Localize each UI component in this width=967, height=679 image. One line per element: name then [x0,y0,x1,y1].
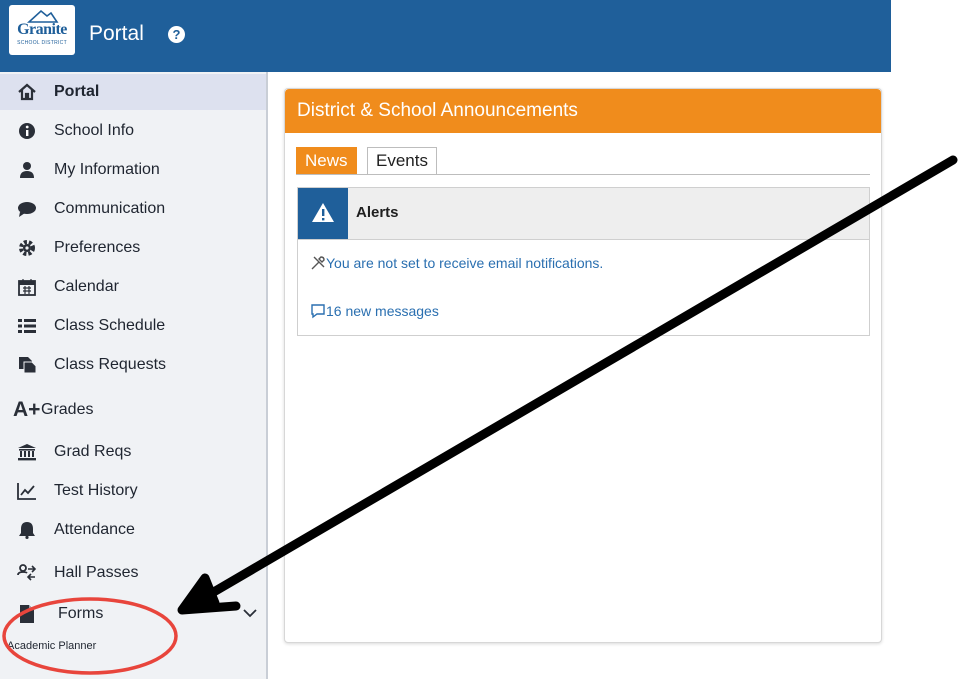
sidebar-item-test-history[interactable]: Test History [0,473,266,509]
sidebar-subitem-academic-planner[interactable]: Academic Planner [7,640,96,652]
sidebar-item-label: Attendance [54,521,135,538]
chevron-down-icon[interactable] [242,606,258,620]
alert-text: 16 new messages [326,303,439,319]
list-icon [18,319,36,333]
question-circle-icon[interactable]: ? [168,26,185,43]
document-icon [19,357,37,374]
announcements-panel: District & School Announcements News Eve… [284,88,882,643]
a-plus-icon: A+ [13,398,41,421]
sidebar-item-label: Hall Passes [54,564,139,581]
message-icon [311,304,325,319]
sidebar-nav: Portal School Info My Information Commun… [0,72,268,679]
user-transfer-icon [17,564,37,581]
panel-header: District & School Announcements [285,89,881,133]
sidebar-item-label: School Info [54,122,135,139]
sidebar-item-label: Test History [54,482,138,499]
sidebar-item-grades[interactable]: A+ Grades [0,392,266,428]
tab-news[interactable]: News [296,147,357,174]
sidebar-item-label: Preferences [54,239,141,256]
panel-title: District & School Announcements [297,100,578,121]
sidebar-item-school-info[interactable]: School Info [0,113,266,149]
sidebar-item-label: My Information [54,161,160,178]
warning-triangle-icon [312,203,334,222]
chat-bubble-icon [18,202,36,217]
email-notification-alert[interactable]: You are not set to receive email notific… [310,255,603,271]
logo-name: Granite [17,21,67,38]
sidebar-item-label: Grad Reqs [54,443,132,460]
file-icon [20,605,34,623]
app-header: Granite SCHOOL DISTRICT Portal ? [0,0,891,72]
info-circle-icon [19,123,35,139]
page-title: Portal [89,22,144,45]
sidebar-item-communication[interactable]: Communication [0,191,266,227]
sidebar-item-attendance[interactable]: Attendance [0,512,266,548]
logo-subtitle: SCHOOL DISTRICT [17,40,67,46]
tab-divider [296,174,870,175]
sidebar-item-hall-passes[interactable]: Hall Passes [0,555,266,591]
alerts-header: Alerts [298,188,869,240]
alert-icon-box [298,188,348,239]
sidebar-item-label: Forms [58,605,104,622]
sidebar-item-my-information[interactable]: My Information [0,152,266,188]
sidebar-item-grad-reqs[interactable]: Grad Reqs [0,434,266,470]
sidebar-item-class-schedule[interactable]: Class Schedule [0,308,266,344]
tools-icon [311,256,325,270]
user-icon [20,162,34,178]
calendar-icon [18,279,36,296]
sidebar-item-label: Communication [54,200,166,217]
granite-logo[interactable]: Granite SCHOOL DISTRICT [9,5,75,55]
sidebar-item-class-requests[interactable]: Class Requests [0,347,266,383]
tab-events[interactable]: Events [367,147,437,174]
sidebar-item-label: Class Requests [54,356,167,373]
sidebar-item-calendar[interactable]: Calendar [0,269,266,305]
sidebar-item-label: Calendar [54,278,119,295]
sidebar-item-preferences[interactable]: Preferences [0,230,266,266]
sidebar-item-forms[interactable]: Forms [0,596,266,632]
alerts-box: Alerts You are not set to receive email … [297,187,870,336]
building-icon [18,444,36,461]
new-messages-link[interactable]: 16 new messages [310,303,439,319]
gear-icon [19,240,35,256]
sidebar-item-label: Portal [54,83,100,100]
bell-icon [19,522,35,539]
alert-text: You are not set to receive email notific… [326,255,604,271]
sidebar-item-label: Grades [41,401,94,418]
sidebar-item-portal[interactable]: Portal [0,74,266,110]
line-chart-icon [17,483,36,500]
sidebar-item-label: Class Schedule [54,317,166,334]
alerts-title: Alerts [356,204,399,221]
home-icon [18,83,36,101]
